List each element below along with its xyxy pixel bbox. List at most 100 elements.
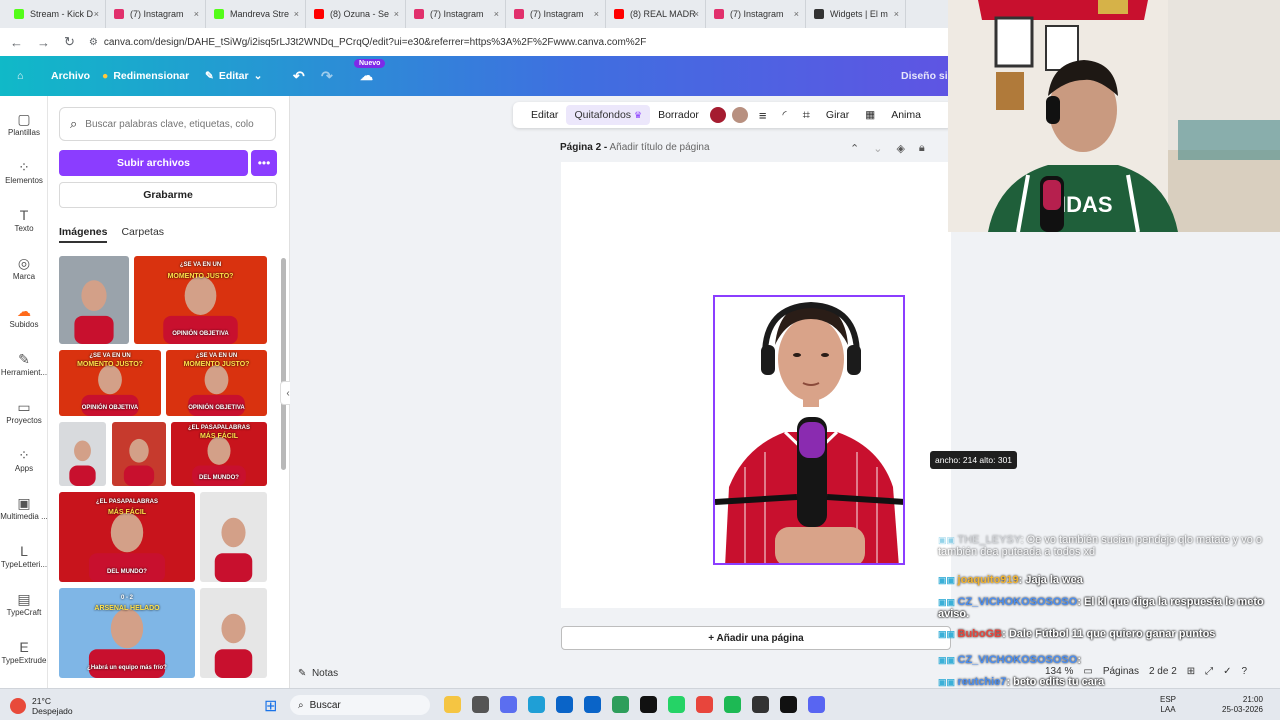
- upload-thumbnail[interactable]: [200, 492, 267, 582]
- browser-tab[interactable]: (7) Instagram ×: [506, 0, 606, 28]
- flip-button[interactable]: Girar: [818, 105, 857, 125]
- photos-icon[interactable]: [612, 696, 629, 713]
- upload-thumbnail[interactable]: ¿SE VA EN UN MOMENTO JUSTO? OPINIÓN OBJETI…: [166, 350, 267, 416]
- design-title[interactable]: Diseño sin: [901, 70, 954, 82]
- rail-item-5[interactable]: ☁ Subidos: [0, 302, 48, 329]
- browser-tab[interactable]: (8) REAL MADR ×: [606, 0, 706, 28]
- redimensionar-button[interactable]: ● Redimensionar: [102, 70, 189, 82]
- add-page-button[interactable]: + Añadir una página: [561, 626, 951, 650]
- url-text[interactable]: canva.com/design/DAHE_tSiWg/i2isq5rLJ3t2…: [104, 37, 646, 48]
- editar-menu[interactable]: ✎ Editar ⌄: [205, 70, 262, 82]
- tiktok-live-icon[interactable]: [780, 696, 797, 713]
- rail-item-11[interactable]: ▤ TypeCraft: [0, 590, 48, 617]
- search-input[interactable]: [85, 118, 266, 130]
- close-tab-icon[interactable]: ×: [894, 9, 899, 19]
- browser-tab[interactable]: (8) Ozuna - Se ×: [306, 0, 406, 28]
- upload-thumbnail[interactable]: ¿EL PASAPALABRAS MÁS FÁCIL DEL MUNDO?: [171, 422, 267, 486]
- obs-icon[interactable]: [752, 696, 769, 713]
- notes-button[interactable]: ✎ Notas: [298, 668, 338, 679]
- forward-icon[interactable]: →: [37, 35, 50, 50]
- file-explorer-icon[interactable]: [444, 696, 461, 713]
- animate-button[interactable]: Anima: [883, 105, 929, 125]
- upload-thumbnail[interactable]: [200, 588, 267, 678]
- back-icon[interactable]: ←: [10, 35, 23, 50]
- eraser-button[interactable]: Borrador: [650, 105, 707, 125]
- browser-tab[interactable]: Stream - Kick D ×: [6, 0, 106, 28]
- lines-icon[interactable]: ≡: [751, 105, 775, 125]
- browser-tab[interactable]: (7) Instagram ×: [406, 0, 506, 28]
- browser-tab[interactable]: (7) Instagram ×: [106, 0, 206, 28]
- archivo-menu[interactable]: Archivo: [51, 70, 90, 82]
- rail-item-12[interactable]: E TypeExtrude: [0, 638, 48, 665]
- chevron-down-icon[interactable]: ⌄: [873, 142, 882, 155]
- upload-thumbnail[interactable]: [59, 422, 106, 486]
- whatsapp-icon[interactable]: [668, 696, 685, 713]
- upload-thumbnail[interactable]: ¿EL PASAPALABRAS MÁS FÁCIL DEL MUNDO?: [59, 492, 195, 582]
- upload-thumbnail[interactable]: 0 - 2 ARSENAL HELADO ¿Habrá un equipo más …: [59, 588, 195, 678]
- close-tab-icon[interactable]: ×: [494, 9, 499, 19]
- transparency-icon[interactable]: ▦: [857, 105, 883, 125]
- upload-thumbnail[interactable]: [59, 256, 129, 344]
- browser-tab[interactable]: (7) Instagram ×: [706, 0, 806, 28]
- discord-icon[interactable]: [808, 696, 825, 713]
- rail-item-2[interactable]: ⁘ Elementos: [0, 158, 48, 185]
- chrome-icon[interactable]: [696, 696, 713, 713]
- close-tab-icon[interactable]: ×: [694, 9, 699, 19]
- record-button[interactable]: Grabarme: [59, 182, 277, 208]
- lock-icon[interactable]: 🔒︎: [919, 142, 925, 155]
- rail-item-1[interactable]: ▢ Plantillas: [0, 110, 48, 137]
- upload-thumbnail[interactable]: ¿SE VA EN UN MOMENTO JUSTO? OPINIÓN OBJETI…: [59, 350, 161, 416]
- panel-scrollbar[interactable]: [281, 258, 286, 470]
- rail-item-4[interactable]: ◎ Marca: [0, 254, 48, 281]
- close-tab-icon[interactable]: ×: [294, 9, 299, 19]
- task-view-icon[interactable]: [472, 696, 489, 713]
- close-tab-icon[interactable]: ×: [394, 9, 399, 19]
- crop-icon[interactable]: ⌗: [795, 105, 818, 125]
- search-box[interactable]: ⌕: [59, 107, 276, 141]
- color-swatch-2[interactable]: [731, 107, 748, 123]
- site-info-icon[interactable]: ⚙: [89, 37, 98, 48]
- outlook-icon[interactable]: [584, 696, 601, 713]
- upload-thumbnail[interactable]: ¿SE VA EN UN MOMENTO JUSTO? OPINIÓN OBJETI…: [134, 256, 267, 344]
- start-icon[interactable]: ⊞: [264, 696, 277, 716]
- cloud-sync-icon[interactable]: ☁: [360, 68, 373, 84]
- hide-page-icon[interactable]: ◈: [896, 142, 904, 155]
- undo-icon[interactable]: ↶: [293, 68, 305, 85]
- corner-radius-icon[interactable]: ◜: [775, 105, 795, 125]
- selected-photo[interactable]: [713, 295, 905, 565]
- clock[interactable]: 21:00 25-03-2026: [1222, 695, 1263, 715]
- color-swatch-1[interactable]: [709, 107, 726, 123]
- weather-widget[interactable]: 21°C Despejado: [10, 696, 73, 716]
- redo-icon[interactable]: ↷: [321, 68, 333, 85]
- bg-remover-button[interactable]: Quitafondos ♛: [566, 105, 651, 125]
- close-tab-icon[interactable]: ×: [194, 9, 199, 19]
- chevron-up-icon[interactable]: ⌃: [850, 142, 859, 155]
- rail-item-3[interactable]: T Texto: [0, 206, 48, 233]
- edit-image-button[interactable]: Editar: [523, 105, 566, 125]
- taskbar-search[interactable]: ⌕ Buscar: [290, 695, 430, 715]
- upload-files-button[interactable]: Subir archivos: [59, 150, 248, 176]
- more-options-icon[interactable]: •••: [251, 150, 277, 176]
- language-indicator[interactable]: ESP LAA: [1160, 695, 1176, 715]
- store-icon[interactable]: [556, 696, 573, 713]
- close-tab-icon[interactable]: ×: [794, 9, 799, 19]
- browser-tab[interactable]: Mandreva Stre ×: [206, 0, 306, 28]
- tab-images[interactable]: Imágenes: [59, 226, 108, 243]
- spotify-icon[interactable]: [724, 696, 741, 713]
- reload-icon[interactable]: ↻: [64, 34, 75, 50]
- tab-folders[interactable]: Carpetas: [121, 226, 164, 243]
- browser-tab[interactable]: Widgets | El m ×: [806, 0, 906, 28]
- close-tab-icon[interactable]: ×: [594, 9, 599, 19]
- rail-item-10[interactable]: L TypeLetteri...: [0, 542, 48, 569]
- rail-item-9[interactable]: ▣ Multimedia ...: [0, 494, 48, 521]
- home-icon[interactable]: ⌂: [17, 70, 23, 82]
- tiktok-icon[interactable]: [640, 696, 657, 713]
- edge-icon[interactable]: [528, 696, 545, 713]
- rail-item-8[interactable]: ⁘ Apps: [0, 446, 48, 473]
- page-title-input[interactable]: Añadir título de página: [609, 142, 709, 153]
- copilot-icon[interactable]: [500, 696, 517, 713]
- close-tab-icon[interactable]: ×: [94, 9, 99, 19]
- rail-item-6[interactable]: ✎ Herramient...: [0, 350, 48, 377]
- upload-thumbnail[interactable]: [112, 422, 166, 486]
- rail-item-7[interactable]: ▭ Proyectos: [0, 398, 48, 425]
